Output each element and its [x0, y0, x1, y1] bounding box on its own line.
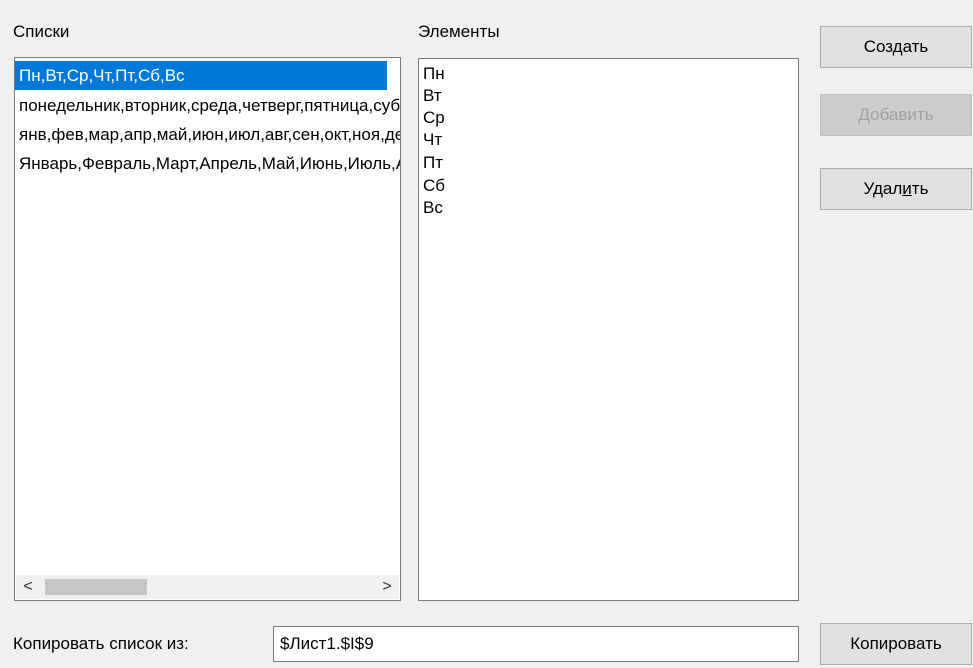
elements-listbox[interactable]: Пн Вт Ср Чт Пт Сб Вс: [418, 58, 799, 601]
delete-label-end: ть: [911, 179, 929, 198]
list-item[interactable]: янв,фев,мар,апр,май,июн,июл,авг,сен,окт,…: [15, 120, 400, 149]
lists-label: Списки: [13, 22, 70, 41]
add-button[interactable]: Добавить: [820, 94, 972, 136]
delete-button[interactable]: Удалить: [820, 168, 972, 210]
lists-listbox[interactable]: Пн,Вт,Ср,Чт,Пт,Сб,Вс понедельник,вторник…: [14, 57, 401, 601]
element-item: Ср: [423, 108, 445, 127]
copy-from-label: Копировать список из:: [13, 634, 189, 653]
delete-label-start: Удал: [863, 179, 903, 198]
element-item: Сб: [423, 176, 446, 195]
scroll-thumb[interactable]: [45, 579, 147, 595]
scroll-left-arrow-icon[interactable]: <: [16, 575, 40, 599]
create-button[interactable]: Создать: [820, 26, 972, 68]
element-item: Вс: [423, 198, 443, 217]
element-item: Пн: [423, 64, 445, 83]
copy-from-input[interactable]: $Лист1.$I$9: [273, 626, 799, 662]
delete-accelerator: и: [902, 179, 912, 198]
list-item[interactable]: Пн,Вт,Ср,Чт,Пт,Сб,Вс: [15, 61, 387, 90]
element-item: Вт: [423, 86, 442, 105]
element-item: Пт: [423, 153, 444, 172]
element-item: Чт: [423, 130, 443, 149]
scroll-right-arrow-icon[interactable]: >: [375, 575, 399, 599]
horizontal-scrollbar[interactable]: < >: [16, 575, 399, 599]
copy-button[interactable]: Копировать: [820, 623, 972, 665]
list-item[interactable]: понедельник,вторник,среда,четверг,пятниц…: [15, 91, 400, 120]
list-item[interactable]: Январь,Февраль,Март,Апрель,Май,Июнь,Июль…: [15, 149, 400, 178]
elements-label: Элементы: [418, 22, 500, 41]
